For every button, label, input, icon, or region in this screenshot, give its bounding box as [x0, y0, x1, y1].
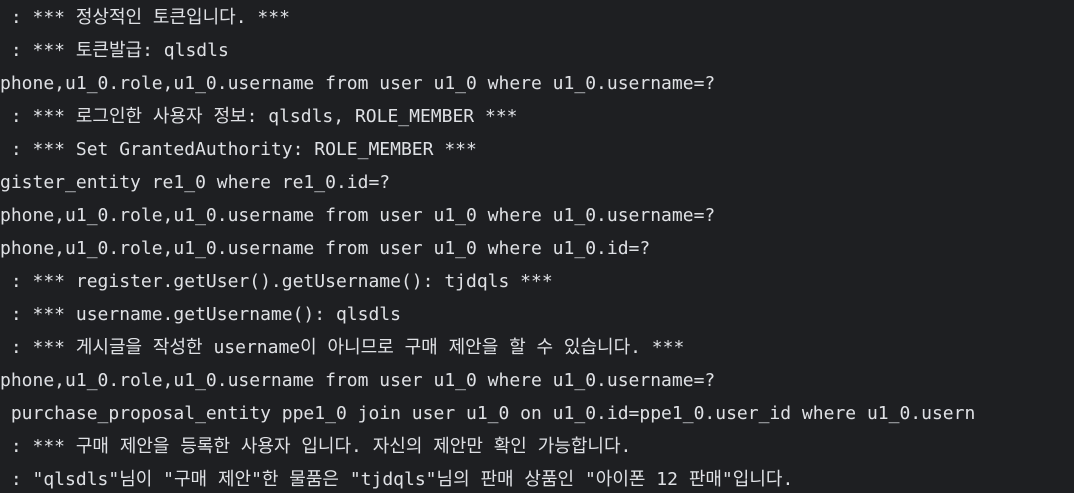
log-line: : *** 구매 제안을 등록한 사용자 입니다. 자신의 제안만 확인 가능합… — [0, 436, 632, 457]
log-line: : *** Set GrantedAuthority: ROLE_MEMBER … — [0, 139, 477, 160]
log-line: : *** register.getUser().getUsername(): … — [0, 271, 553, 292]
log-line: phone,u1_0.role,u1_0.username from user … — [0, 73, 716, 94]
log-line: : *** username.getUsername(): qlsdls — [0, 304, 401, 325]
log-line: : *** 정상적인 토큰입니다. *** — [0, 7, 290, 28]
log-line: : "qlsdls"님이 "구매 제안"한 물품은 "tjdqls"님의 판매 … — [0, 469, 794, 490]
log-line: : *** 로그인한 사용자 정보: qlsdls, ROLE_MEMBER *… — [0, 106, 518, 127]
log-line: phone,u1_0.role,u1_0.username from user … — [0, 238, 651, 259]
log-line: : *** 게시글을 작성한 username이 아니므로 구매 제안을 할 수… — [0, 337, 685, 358]
log-line: phone,u1_0.role,u1_0.username from user … — [0, 370, 716, 391]
console-output: : *** 정상적인 토큰입니다. *** : *** 토큰발급: qlsdls… — [0, 0, 1074, 493]
log-line: phone,u1_0.role,u1_0.username from user … — [0, 205, 716, 226]
log-line: purchase_proposal_entity ppe1_0 join use… — [0, 403, 976, 424]
log-line: : *** 토큰발급: qlsdls — [0, 40, 229, 61]
log-line: gister_entity re1_0 where re1_0.id=? — [0, 172, 391, 193]
